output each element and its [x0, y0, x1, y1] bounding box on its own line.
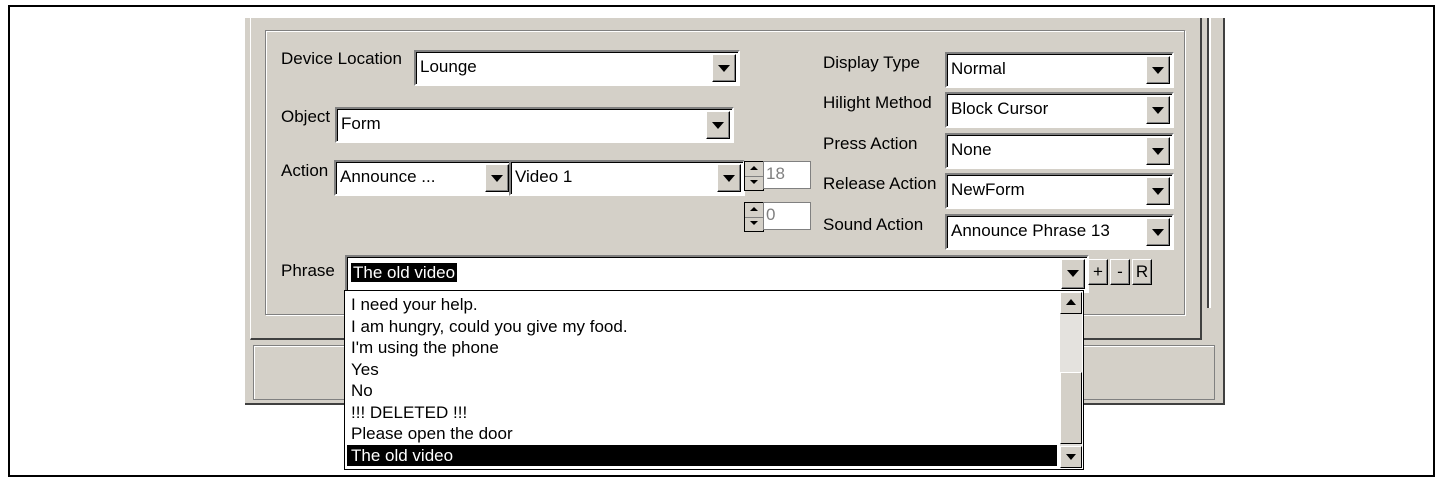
list-item[interactable]: I am hungry, could you give my food. — [347, 316, 1057, 338]
list-item[interactable]: Please open the door — [347, 423, 1057, 445]
chevron-down-icon[interactable] — [706, 111, 730, 139]
sound-action-value: Announce Phrase 13 — [951, 221, 1110, 240]
action-label: Action — [281, 161, 329, 180]
list-item[interactable]: No — [347, 380, 1057, 402]
add-phrase-button[interactable]: + — [1088, 259, 1108, 285]
device-location-value: Lounge — [420, 57, 477, 76]
list-item[interactable]: Yes — [347, 359, 1057, 381]
hilight-method-combo[interactable]: Block Cursor — [945, 92, 1174, 128]
chevron-down-icon[interactable] — [712, 54, 736, 82]
display-type-value: Normal — [951, 59, 1006, 78]
spin-down-icon[interactable] — [745, 217, 763, 231]
press-action-value: None — [951, 140, 992, 159]
phrase-list: I need your help. I am hungry, could you… — [347, 294, 1057, 466]
action-target-value: Video 1 — [515, 167, 573, 186]
press-action-combo[interactable]: None — [945, 133, 1174, 169]
r-button[interactable]: R — [1132, 259, 1152, 285]
action-spin-2-value[interactable]: 0 — [763, 202, 811, 230]
phrase-label: Phrase — [281, 261, 335, 280]
chevron-down-icon[interactable] — [485, 164, 509, 192]
window-edge — [1207, 18, 1211, 308]
sound-action-combo[interactable]: Announce Phrase 13 — [945, 214, 1174, 250]
display-type-label: Display Type — [823, 53, 921, 72]
scroll-down-icon[interactable] — [1060, 446, 1082, 468]
chevron-down-icon[interactable] — [1146, 137, 1170, 165]
release-action-combo[interactable]: NewForm — [945, 173, 1174, 209]
phrase-value-wrap: The old video — [351, 262, 458, 284]
action-target-combo[interactable]: Video 1 — [509, 160, 745, 196]
list-item[interactable]: I'm using the phone — [347, 337, 1057, 359]
chevron-down-icon[interactable] — [717, 164, 741, 192]
device-location-label: Device Location — [281, 49, 402, 68]
object-value: Form — [341, 114, 381, 133]
spin-down-icon[interactable] — [745, 176, 763, 190]
phrase-dropdown-list[interactable]: I need your help. I am hungry, could you… — [344, 290, 1084, 470]
phrase-combo[interactable]: The old video — [345, 255, 1089, 293]
list-item-selected[interactable]: The old video — [347, 444, 1057, 466]
action-type-combo[interactable]: Announce ... — [334, 160, 513, 196]
list-item[interactable]: !!! DELETED !!! — [347, 402, 1057, 424]
object-label: Object — [281, 107, 331, 126]
action-spin-1-value[interactable]: 18 — [763, 161, 811, 189]
list-item[interactable]: I need your help. — [347, 294, 1057, 316]
remove-phrase-button[interactable]: - — [1110, 259, 1130, 285]
hilight-method-value: Block Cursor — [951, 99, 1049, 118]
sound-action-label: Sound Action — [823, 215, 924, 234]
spin-up-icon[interactable] — [745, 203, 763, 218]
chevron-down-icon[interactable] — [1146, 56, 1170, 84]
chevron-down-icon[interactable] — [1146, 177, 1170, 205]
spin-up-icon[interactable] — [745, 162, 763, 177]
display-type-combo[interactable]: Normal — [945, 52, 1174, 88]
scroll-thumb[interactable] — [1060, 372, 1082, 444]
vertical-scrollbar[interactable] — [1060, 292, 1082, 468]
press-action-label: Press Action — [823, 134, 918, 153]
action-spinner-1[interactable] — [744, 161, 764, 191]
action-type-value: Announce ... — [340, 167, 436, 186]
release-action-label: Release Action — [823, 174, 937, 193]
hilight-method-label: Hilight Method — [823, 93, 932, 112]
device-location-combo[interactable]: Lounge — [414, 50, 740, 86]
chevron-down-icon[interactable] — [1146, 96, 1170, 124]
object-combo[interactable]: Form — [335, 107, 734, 143]
scroll-up-icon[interactable] — [1060, 292, 1082, 314]
chevron-down-icon[interactable] — [1146, 218, 1170, 246]
chevron-down-icon[interactable] — [1061, 259, 1085, 289]
release-action-value: NewForm — [951, 180, 1025, 199]
phrase-value: The old video — [351, 263, 458, 282]
action-spinner-2[interactable] — [744, 202, 764, 232]
